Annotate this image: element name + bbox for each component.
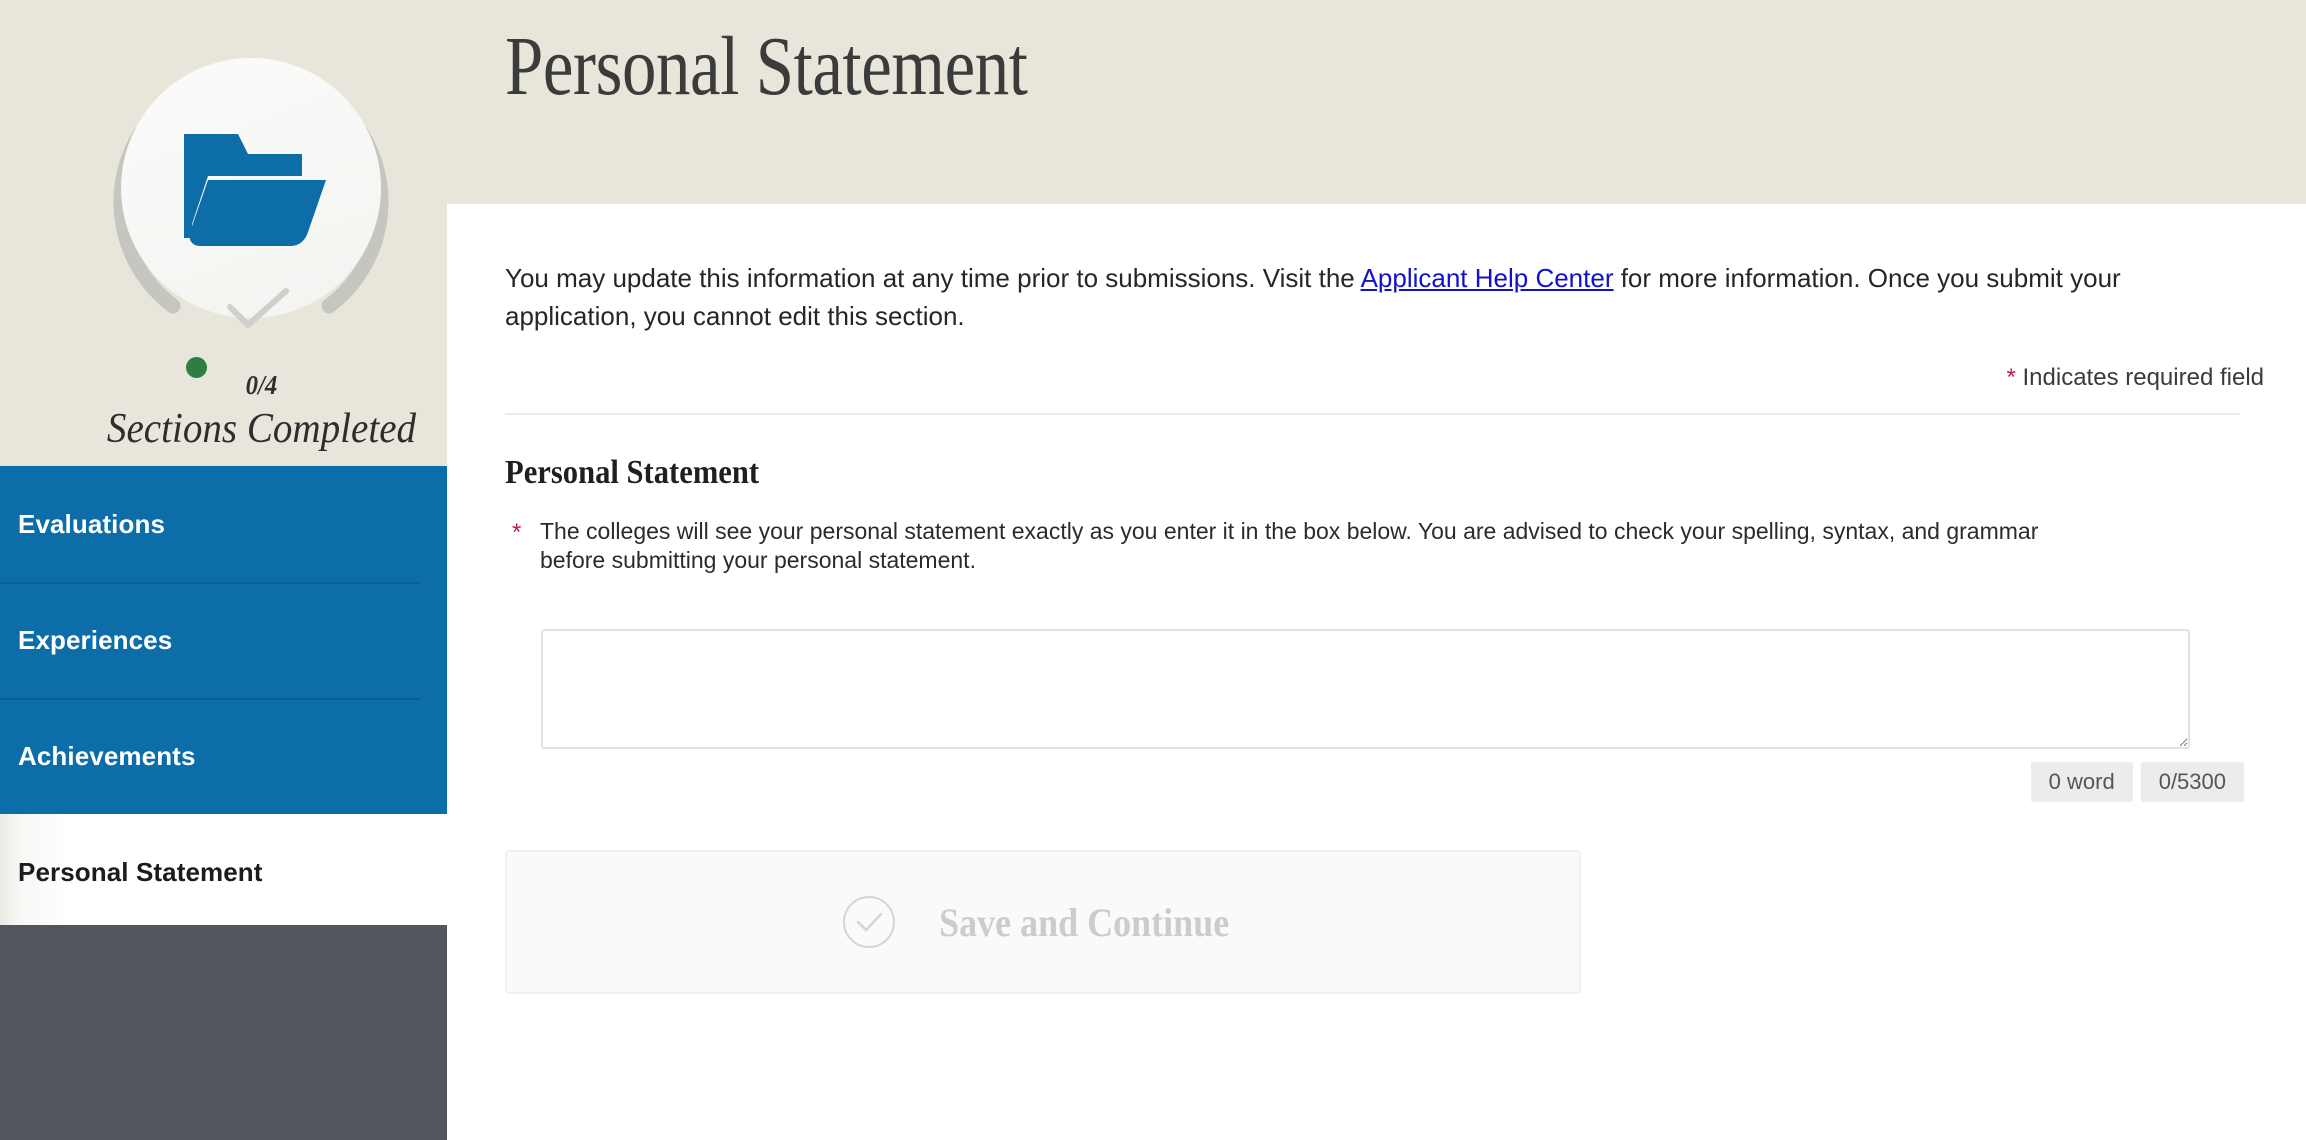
sidebar-nav: Evaluations Experiences Achievements Per…: [0, 466, 447, 930]
field-instruction: * The colleges will see your personal sta…: [512, 517, 2100, 575]
open-folder-icon: [184, 134, 326, 246]
save-button-label: Save and Continue: [938, 899, 1230, 945]
section-heading: Personal Statement: [505, 454, 760, 491]
field-instruction-text: The colleges will see your personal stat…: [540, 518, 2039, 573]
sections-count: 0/4: [245, 370, 278, 400]
sidebar-item-personal-statement[interactable]: Personal Statement: [0, 814, 447, 930]
required-asterisk-icon: *: [2006, 364, 2016, 391]
sections-completed-label: Sections Completed: [106, 406, 417, 452]
sidebar-item-evaluations[interactable]: Evaluations: [0, 466, 447, 582]
sidebar-item-label: Achievements: [18, 740, 196, 771]
applicant-help-center-link[interactable]: Applicant Help Center: [1361, 263, 1614, 293]
word-count-badge: 0 word: [2030, 762, 2133, 802]
save-and-continue-button[interactable]: Save and Continue: [505, 850, 1581, 994]
sidebar: 0/4 Sections Completed Evaluations Exper…: [0, 0, 447, 1140]
intro-text-before: You may update this information at any t…: [505, 263, 1361, 293]
sidebar-item-label: Experiences: [18, 624, 173, 655]
sidebar-item-experiences[interactable]: Experiences: [0, 582, 447, 698]
sidebar-item-label: Evaluations: [18, 508, 166, 539]
application-page: Personal Statement 0/4 Sections Complete…: [0, 0, 2306, 1140]
intro-paragraph: You may update this information at any t…: [505, 259, 2185, 335]
required-asterisk-icon: *: [512, 519, 522, 546]
checkmark-icon: [227, 288, 289, 328]
required-field-note: * Indicates required field: [2007, 364, 2265, 392]
character-count-badge: 0/5300: [2140, 762, 2244, 802]
circle-check-icon: [842, 896, 895, 948]
section-divider: [505, 413, 2240, 415]
main-content: You may update this information at any t…: [447, 204, 2306, 1140]
counter-row: 0 word 0/5300: [2030, 762, 2244, 802]
sidebar-item-label: Personal Statement: [18, 856, 263, 887]
required-note-text: Indicates required field: [2022, 364, 2264, 391]
sidebar-item-achievements[interactable]: Achievements: [0, 698, 447, 814]
page-title: Personal Statement: [505, 20, 1028, 113]
personal-statement-input[interactable]: [541, 629, 2190, 749]
sidebar-footer: [0, 925, 447, 1140]
progress-summary: 0/4 Sections Completed: [38, 10, 416, 452]
